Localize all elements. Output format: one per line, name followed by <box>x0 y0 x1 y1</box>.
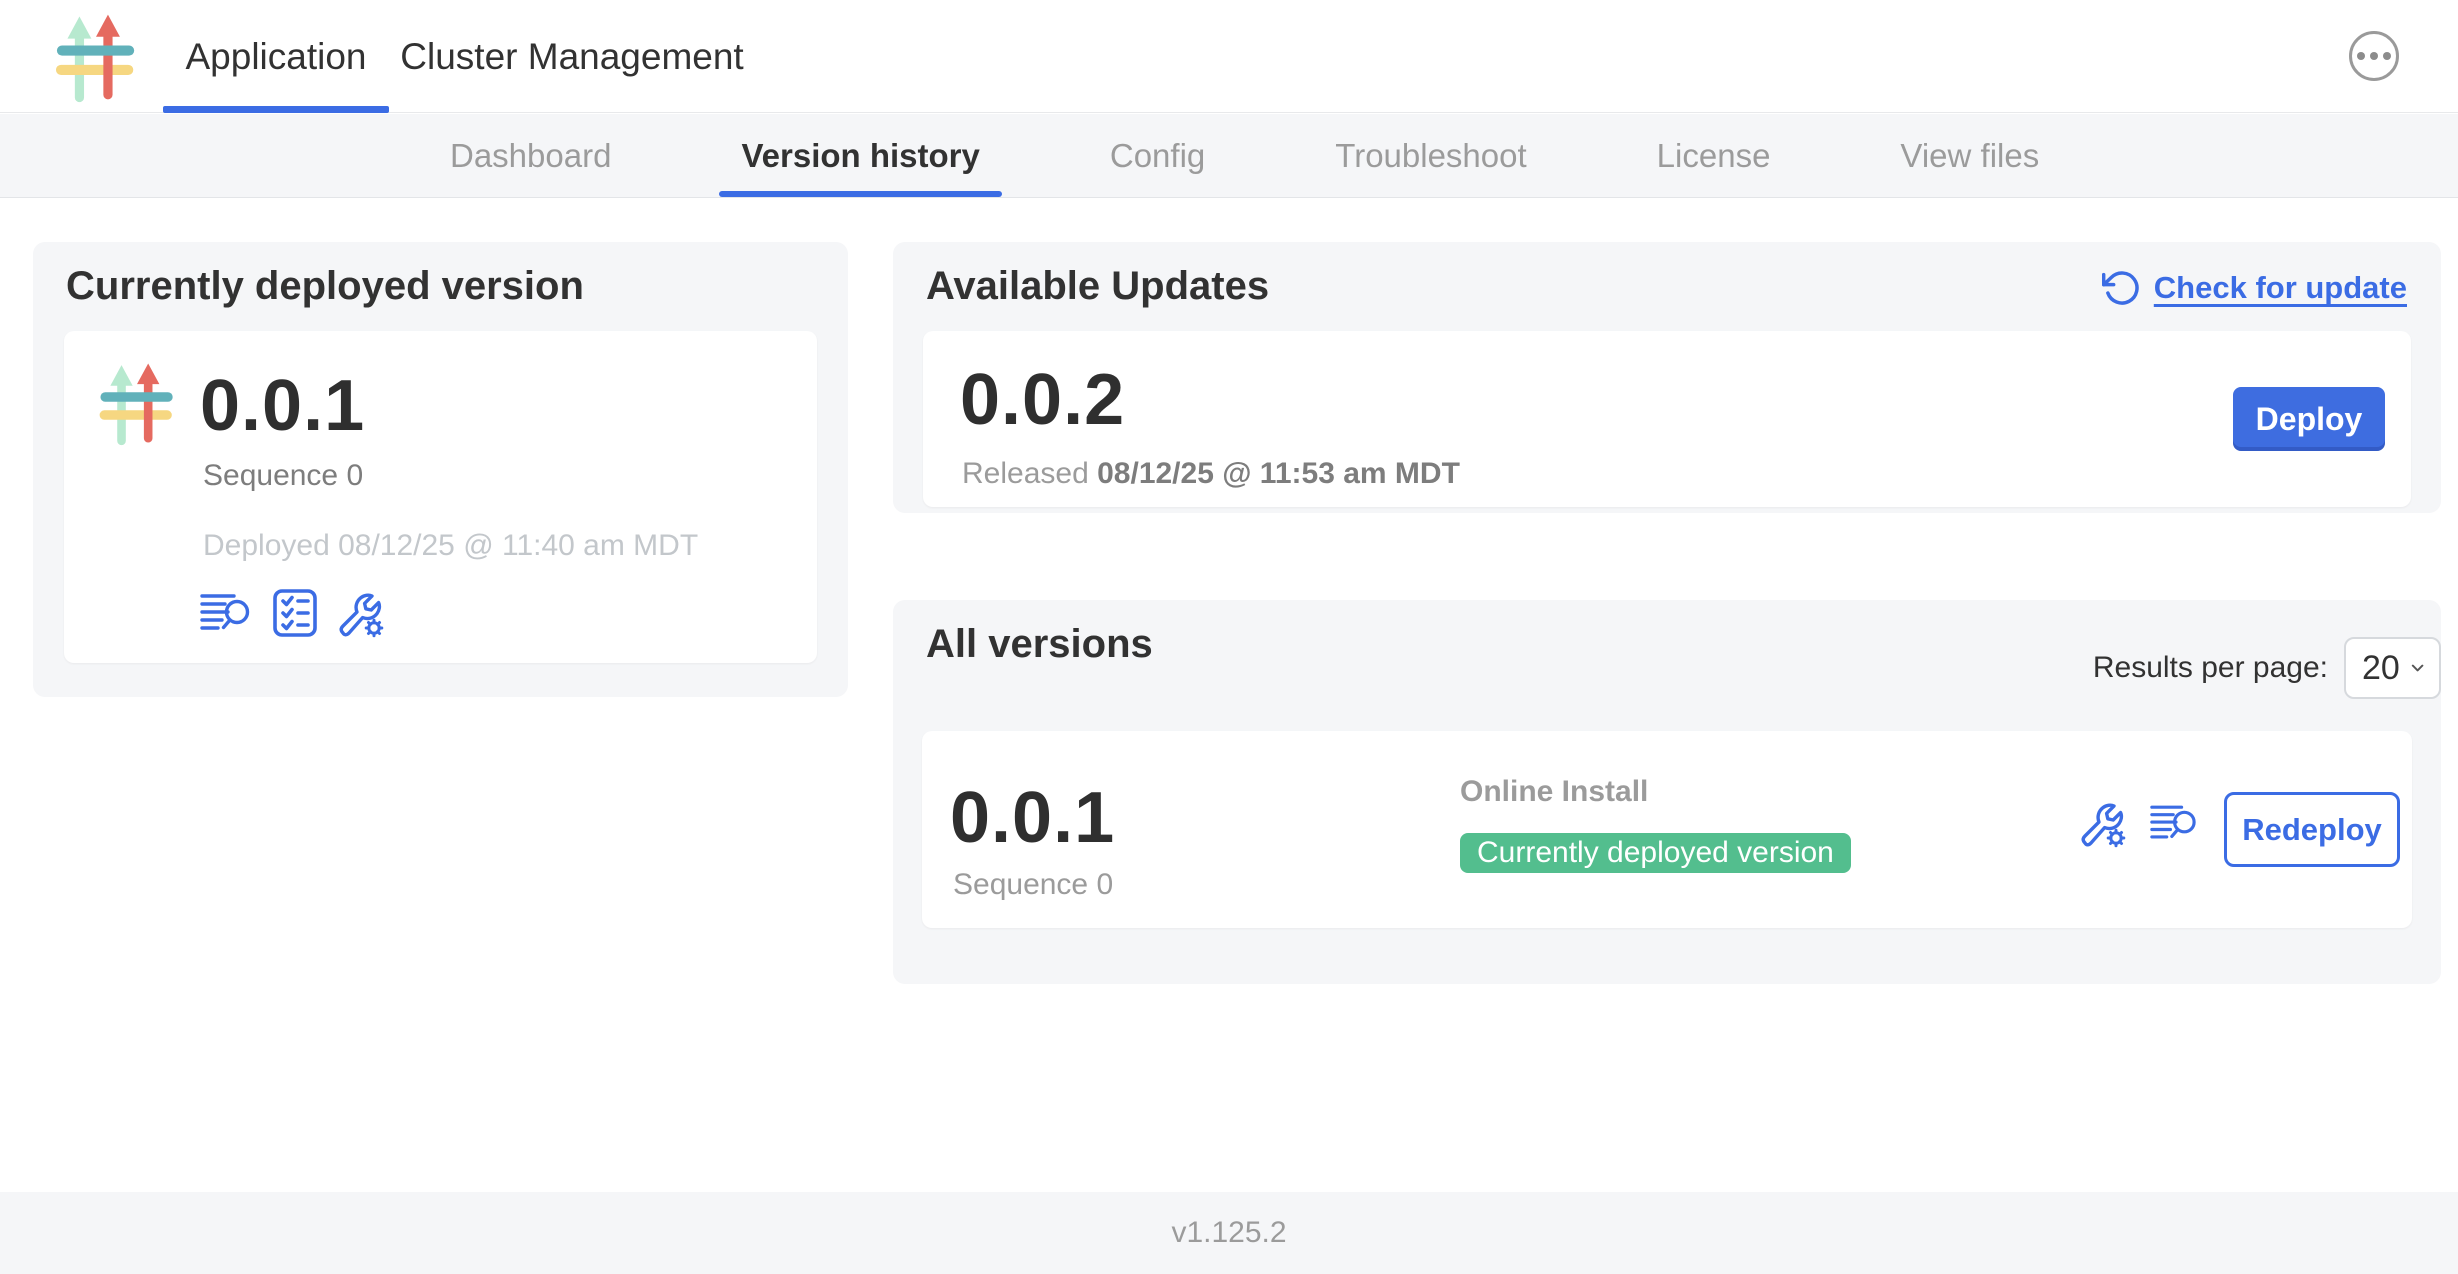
ellipsis-dot <box>2383 52 2391 60</box>
check-for-update-label: Check for update <box>2154 270 2407 306</box>
release-notes-icon[interactable] <box>200 590 256 636</box>
ellipsis-dot <box>2357 52 2365 60</box>
subnav-item-version-history[interactable]: Version history <box>741 114 979 197</box>
currently-deployed-title: Currently deployed version <box>66 264 584 309</box>
redeploy-button[interactable]: Redeploy <box>2224 792 2400 867</box>
available-update-card: 0.0.2 Released 08/12/25 @ 11:53 am MDT D… <box>923 331 2411 507</box>
row-install-info: Online Install Currently deployed versio… <box>1460 775 1851 873</box>
chevron-down-icon <box>2408 655 2427 681</box>
subnav-item-dashboard[interactable]: Dashboard <box>450 114 611 197</box>
currently-deployed-panel: Currently deployed version 0.0.1 Sequenc… <box>33 242 848 697</box>
overflow-menu-button[interactable] <box>2349 31 2399 81</box>
subnav-item-view-files[interactable]: View files <box>1900 114 2039 197</box>
currently-deployed-card: 0.0.1 Sequence 0 Deployed 08/12/25 @ 11:… <box>64 331 817 663</box>
footer: v1.125.2 <box>0 1192 2458 1274</box>
subnav-item-license[interactable]: License <box>1657 114 1771 197</box>
all-versions-panel: All versions Results per page: 20 0.0.1 … <box>893 600 2441 984</box>
results-per-page-select[interactable]: 20 <box>2344 637 2441 699</box>
top-header: Application Cluster Management <box>0 0 2458 113</box>
ellipsis-dot <box>2370 52 2378 60</box>
install-type-label: Online Install <box>1460 775 1851 809</box>
refresh-ccw-icon <box>2102 268 2142 308</box>
results-per-page: Results per page: 20 <box>2093 637 2441 699</box>
released-label: Released <box>962 457 1089 490</box>
update-version-number: 0.0.2 <box>960 359 1125 441</box>
config-icon[interactable] <box>2076 797 2128 849</box>
row-sequence-label: Sequence 0 <box>953 868 1113 902</box>
deployed-version-number: 0.0.1 <box>200 365 365 447</box>
kots-admin-console: Application Cluster Management Dashboard… <box>0 0 2458 1274</box>
header-tab-label: Cluster Management <box>400 36 743 78</box>
app-logo-icon <box>94 357 180 449</box>
row-version-number: 0.0.1 <box>950 777 1115 859</box>
console-version: v1.125.2 <box>1171 1216 1286 1250</box>
results-per-page-label: Results per page: <box>2093 651 2328 685</box>
released-date: 08/12/25 @ 11:53 am MDT <box>1097 457 1460 490</box>
deployed-timestamp: Deployed 08/12/25 @ 11:40 am MDT <box>203 529 698 563</box>
deployed-version-actions <box>200 587 386 639</box>
config-icon[interactable] <box>334 587 386 639</box>
update-released-line: Released 08/12/25 @ 11:53 am MDT <box>962 457 1460 491</box>
deployed-sequence-label: Sequence 0 <box>203 459 363 493</box>
row-actions <box>2076 797 2202 849</box>
all-versions-title: All versions <box>926 622 1153 667</box>
results-per-page-value: 20 <box>2362 649 2400 688</box>
currently-deployed-badge: Currently deployed version <box>1460 833 1851 873</box>
version-row: 0.0.1 Sequence 0 Online Install Currentl… <box>922 731 2412 928</box>
header-tab-cluster-management[interactable]: Cluster Management <box>389 0 755 113</box>
deploy-button[interactable]: Deploy <box>2233 387 2385 451</box>
preflight-checks-icon[interactable] <box>272 588 318 638</box>
release-notes-icon[interactable] <box>2150 801 2202 845</box>
app-logo-icon <box>50 10 142 104</box>
header-tab-label: Application <box>185 36 366 78</box>
subnav-item-config[interactable]: Config <box>1110 114 1205 197</box>
app-subnav: Dashboard Version history Config Trouble… <box>0 114 2458 198</box>
subnav-item-troubleshoot[interactable]: Troubleshoot <box>1335 114 1526 197</box>
available-updates-title: Available Updates <box>926 264 1269 309</box>
check-for-update-link[interactable]: Check for update <box>2102 268 2407 308</box>
available-updates-panel: Available Updates Check for update 0.0.2… <box>893 242 2441 513</box>
header-tab-application[interactable]: Application <box>163 0 389 113</box>
